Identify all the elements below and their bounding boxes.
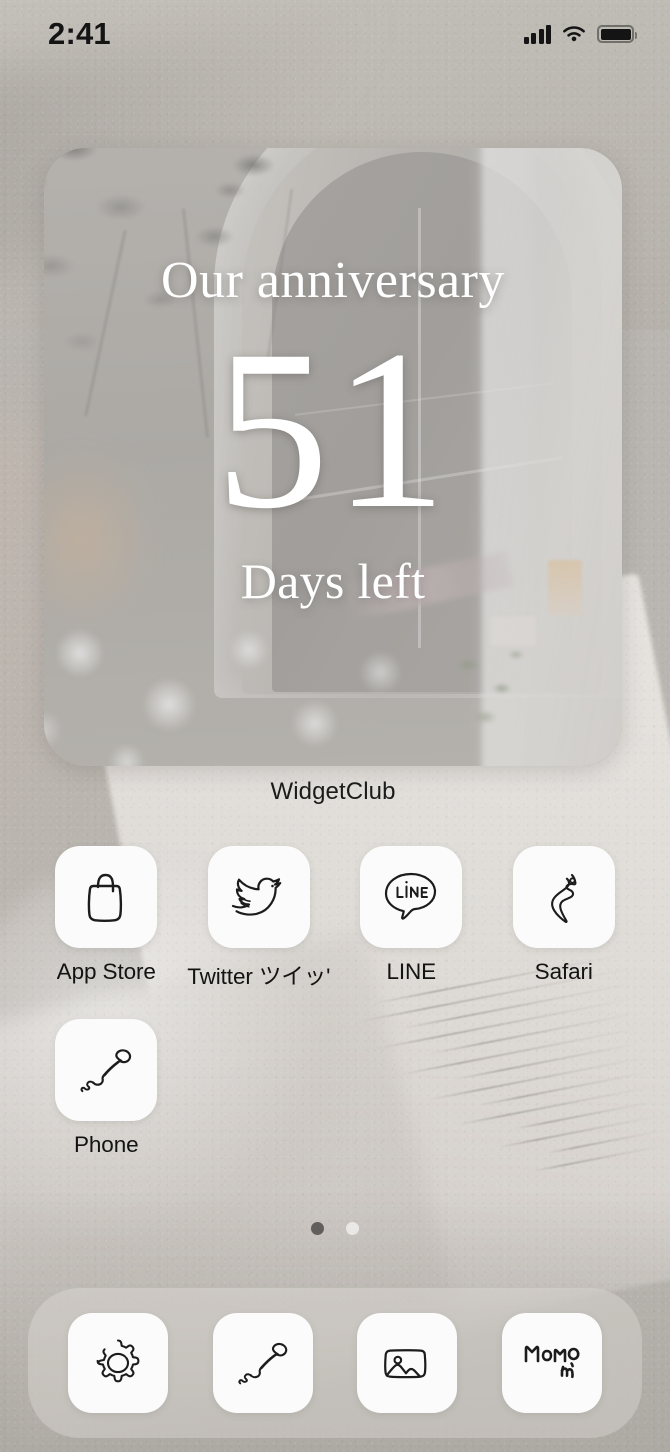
cellular-signal-icon xyxy=(523,24,551,44)
widget-anniversary[interactable]: Our anniversary 51 Days left xyxy=(44,148,622,766)
wifi-icon xyxy=(563,26,585,42)
compass-needle-icon[interactable] xyxy=(512,846,615,948)
app-icon-twitter[interactable]: Twitter ツイッ' xyxy=(183,846,336,991)
app-icon-app-store[interactable]: App Store xyxy=(30,846,183,991)
shopping-bag-icon[interactable] xyxy=(55,846,158,948)
phone-handset-icon[interactable] xyxy=(212,1313,313,1413)
iphone-home-screen: 2:41 Our anniversary 51 Days left Widget… xyxy=(0,0,670,1452)
page-dot-2[interactable] xyxy=(346,1222,359,1235)
phone-handset-icon[interactable] xyxy=(55,1019,158,1121)
twitter-bird-icon[interactable] xyxy=(207,846,310,948)
status-bar-indicators xyxy=(523,24,637,44)
app-label: Twitter ツイッ' xyxy=(187,964,331,989)
gear-icon[interactable] xyxy=(68,1313,169,1413)
battery-full-icon xyxy=(597,25,637,43)
app-label: Phone xyxy=(73,1132,139,1157)
app-icon-safari[interactable]: Safari xyxy=(488,846,641,991)
status-bar-clock: 2:41 xyxy=(48,16,111,51)
page-dot-1[interactable] xyxy=(311,1222,324,1235)
page-indicator[interactable] xyxy=(0,1222,670,1235)
line-speech-bubble-icon[interactable] xyxy=(360,846,463,948)
widget-subtitle: Days left xyxy=(240,553,426,610)
app-label: LINE xyxy=(386,959,437,984)
app-grid: App Store Twitter ツイッ' LINE Safari Phone xyxy=(0,846,670,1158)
status-bar: 2:41 xyxy=(0,0,670,64)
widget-app-label: WidgetClub xyxy=(270,778,396,805)
app-icon-phone[interactable]: Phone xyxy=(30,1019,183,1158)
app-label: App Store xyxy=(56,959,156,984)
widget-title: Our anniversary xyxy=(161,252,505,309)
app-icon-line[interactable]: LINE xyxy=(335,846,488,991)
photo-frame-icon[interactable] xyxy=(357,1313,458,1413)
app-label: Safari xyxy=(534,959,593,984)
dock xyxy=(28,1288,642,1438)
memo-handwriting-icon[interactable] xyxy=(501,1313,602,1413)
widget-days-count: 51 xyxy=(215,304,451,556)
